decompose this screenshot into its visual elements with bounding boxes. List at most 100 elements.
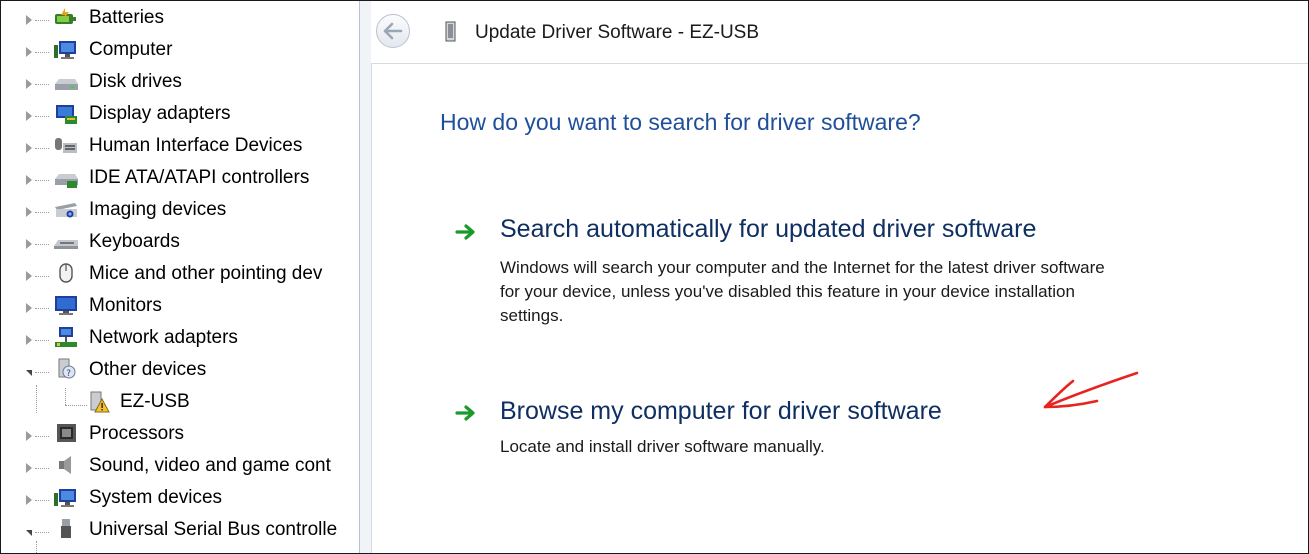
tree-connector [36, 541, 38, 553]
display-adapter-icon [56, 105, 77, 124]
expand-arrow-icon[interactable] [23, 174, 35, 186]
tree-connector [35, 84, 49, 86]
tree-item-label: Monitors [89, 295, 162, 316]
tree-connector [35, 468, 49, 470]
expand-arrow-icon[interactable] [23, 302, 35, 314]
tree-connector [35, 500, 49, 502]
tree-item-label: Network adapters [89, 327, 238, 348]
tree-item-processors[interactable]: Processors [1, 420, 376, 452]
tree-item-label: Mice and other pointing dev [89, 263, 323, 284]
tree-connector [35, 212, 49, 214]
tree-item-ide-controllers[interactable]: IDE ATA/ATAPI controllers [1, 164, 376, 196]
tree-item-label: Imaging devices [89, 199, 227, 220]
expand-arrow-icon[interactable] [23, 46, 35, 58]
imaging-device-icon [55, 203, 77, 218]
option-title: Search automatically for updated driver … [500, 215, 1037, 243]
tree-connector [35, 372, 49, 374]
collapse-arrow-icon[interactable] [23, 367, 35, 379]
tree-item-label: Processors [89, 423, 185, 444]
tree-item-batteries[interactable]: Batteries [1, 4, 376, 36]
tree-item-computer[interactable]: Computer [1, 36, 376, 68]
monitor-icon [55, 296, 77, 315]
computer-icon [54, 41, 76, 59]
processor-icon [57, 424, 76, 442]
tree-item-label: Universal Serial Bus controlle [89, 519, 338, 540]
expand-arrow-icon[interactable] [23, 206, 35, 218]
expand-arrow-icon[interactable] [23, 430, 35, 442]
tree-item-system-devices[interactable]: System devices [1, 484, 376, 516]
dialog-heading: How do you want to search for driver sof… [440, 109, 921, 135]
tree-connector [65, 388, 67, 405]
tree-item-label: System devices [89, 487, 223, 508]
tree-item-ez-usb[interactable]: EZ-USB [1, 388, 376, 420]
expand-arrow-icon[interactable] [23, 142, 35, 154]
tree-connector [35, 532, 49, 534]
network-adapter-icon [55, 327, 77, 347]
back-button[interactable] [376, 14, 410, 48]
expand-arrow-icon[interactable] [23, 494, 35, 506]
screenshot-frame: Batteries Computer Disk drives Display a… [0, 0, 1309, 554]
tree-connector [35, 116, 49, 118]
tree-item-human-interface-devices[interactable]: Human Interface Devices [1, 132, 376, 164]
unknown-device-icon: ? [58, 358, 76, 379]
back-arrow-icon [383, 22, 403, 40]
device-manager-tree: Batteries Computer Disk drives Display a… [1, 1, 376, 553]
tree-item-label: Other devices [89, 359, 207, 380]
tree-item-other-devices[interactable]: ? Other devices [1, 356, 376, 388]
expand-arrow-icon[interactable] [23, 110, 35, 122]
keyboard-icon [54, 240, 78, 249]
dialog-title: Update Driver Software - EZ-USB [475, 22, 760, 43]
disk-drive-icon [55, 79, 78, 90]
green-arrow-icon [455, 224, 475, 240]
red-annotation-arrow [1043, 371, 1139, 409]
tree-item-mice[interactable]: Mice and other pointing dev [1, 260, 376, 292]
tree-item-label: Human Interface Devices [89, 135, 303, 156]
tree-item-label: Display adapters [89, 103, 231, 124]
tree-item-label: Disk drives [89, 71, 182, 92]
usb-icon [61, 519, 71, 538]
tree-item-label: Computer [89, 39, 173, 60]
tree-item-monitors[interactable]: Monitors [1, 292, 376, 324]
tree-connector [35, 148, 49, 150]
mouse-icon [59, 263, 73, 283]
tree-connector [35, 52, 49, 54]
option-description: for your device, unless you've disabled … [500, 282, 1075, 301]
tree-connector [35, 308, 49, 310]
tree-connector [35, 244, 49, 246]
warning-device-icon [90, 391, 110, 413]
expand-arrow-icon[interactable] [23, 238, 35, 250]
tree-item-network-adapters[interactable]: Network adapters [1, 324, 376, 356]
tree-item-keyboards[interactable]: Keyboards [1, 228, 376, 260]
tree-item-usb-controllers[interactable]: Universal Serial Bus controlle [1, 516, 376, 548]
expand-arrow-icon[interactable] [23, 462, 35, 474]
option-description: Locate and install driver software manua… [500, 437, 825, 456]
option-description: Windows will search your computer and th… [500, 258, 1105, 277]
tree-item-label: Keyboards [89, 231, 180, 252]
speaker-icon [59, 456, 71, 474]
tree-item-imaging-devices[interactable]: Imaging devices [1, 196, 376, 228]
ide-controller-icon [55, 174, 78, 188]
green-arrow-icon [455, 405, 475, 421]
tree-item-display-adapters[interactable]: Display adapters [1, 100, 376, 132]
tree-connector [65, 405, 87, 407]
option-description: settings. [500, 306, 564, 325]
tree-item-sound-video-game[interactable]: Sound, video and game cont [1, 452, 376, 484]
tree-item-label: IDE ATA/ATAPI controllers [89, 167, 310, 188]
expand-arrow-icon[interactable] [23, 14, 35, 26]
expand-arrow-icon[interactable] [23, 334, 35, 346]
tree-item-disk-drives[interactable]: Disk drives [1, 68, 376, 100]
hid-icon [55, 138, 77, 153]
tree-connector [35, 436, 49, 438]
tree-item-label: Batteries [89, 7, 164, 28]
battery-icon [55, 8, 76, 24]
tree-connector [35, 276, 49, 278]
tree-connector [35, 180, 49, 182]
tree-item-label: Sound, video and game cont [89, 455, 331, 476]
expand-arrow-icon[interactable] [23, 78, 35, 90]
option-title: Browse my computer for driver software [500, 397, 942, 425]
system-device-icon [54, 489, 76, 507]
tree-connector [35, 20, 49, 22]
tree-item-label: EZ-USB [120, 391, 190, 412]
expand-arrow-icon[interactable] [23, 270, 35, 282]
collapse-arrow-icon[interactable] [23, 527, 35, 539]
